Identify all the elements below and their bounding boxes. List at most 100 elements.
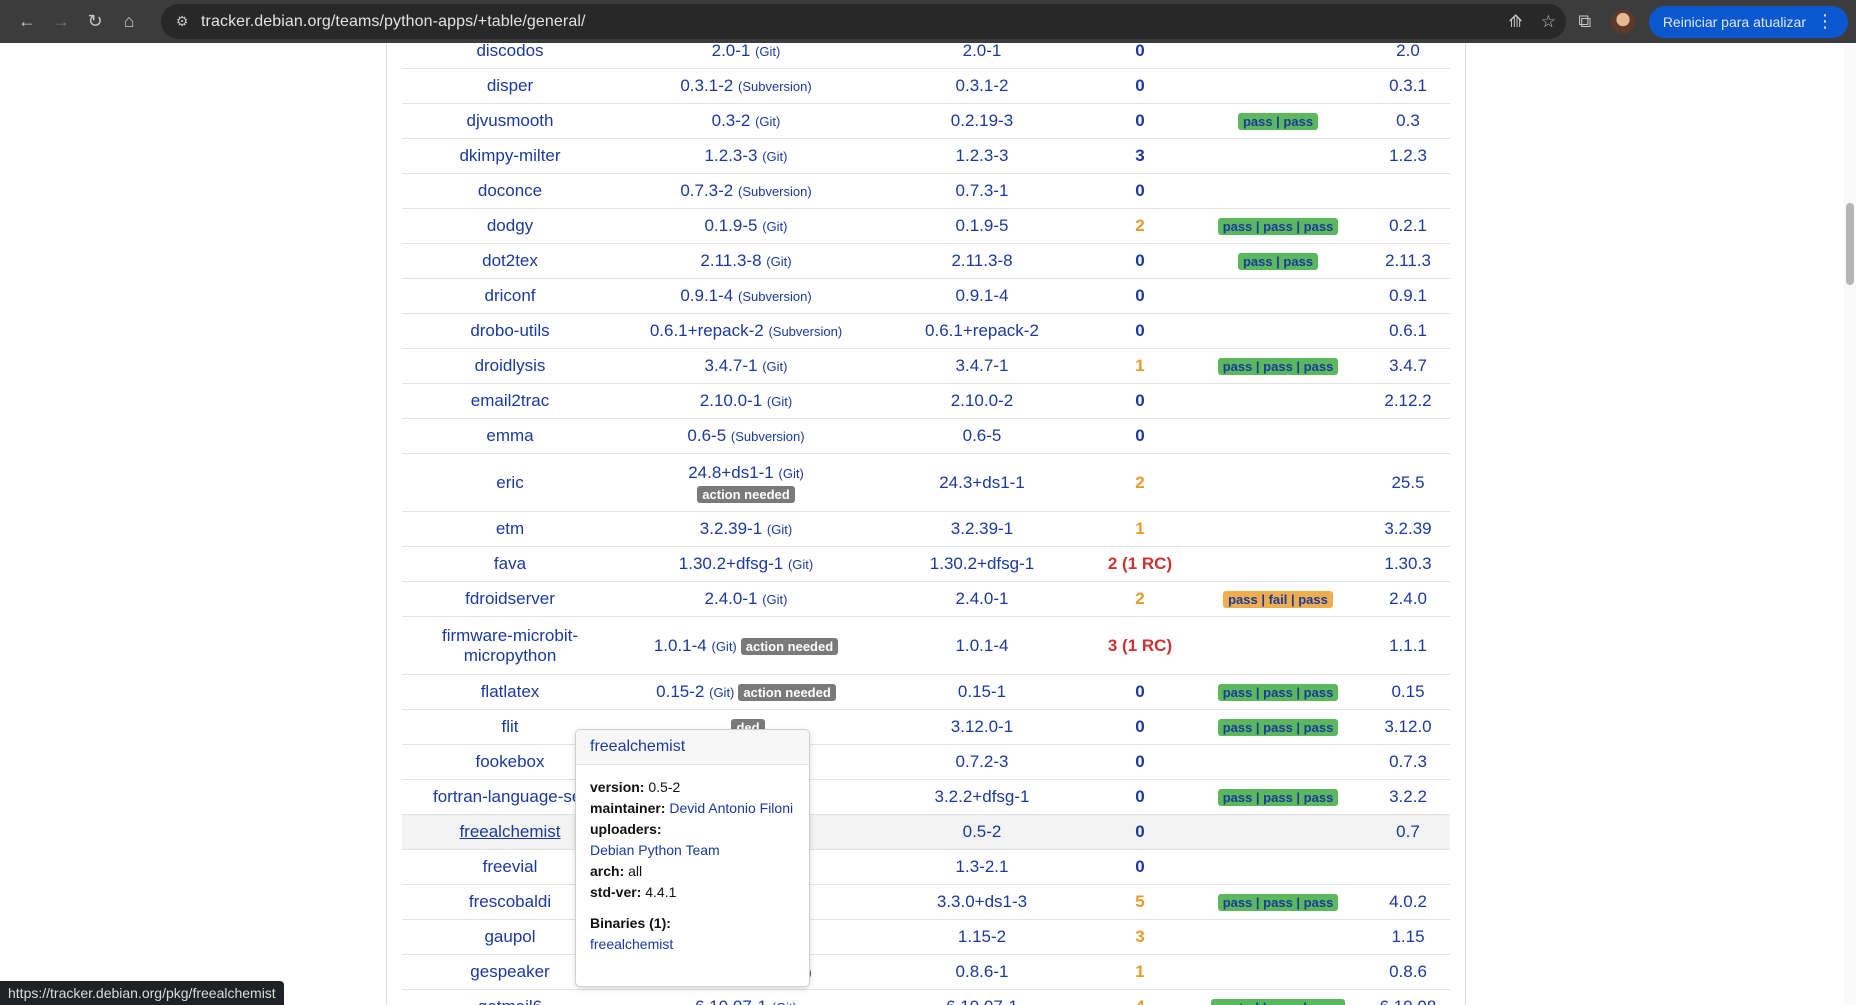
- version-link[interactable]: 1.2.3-3: [705, 146, 758, 165]
- translate-icon[interactable]: ⟰: [1509, 12, 1523, 32]
- package-link[interactable]: eric: [496, 473, 523, 492]
- ci-status-badge[interactable]: pass | pass | pass: [1217, 218, 1339, 235]
- ci-status-badge[interactable]: pass | pass: [1237, 253, 1319, 270]
- unstable-version-link[interactable]: 0.9.1-4: [956, 286, 1009, 305]
- unstable-version-link[interactable]: 2.0-1: [963, 43, 1002, 60]
- package-link[interactable]: flit: [502, 717, 519, 736]
- upstream-version-link[interactable]: 25.5: [1391, 473, 1424, 492]
- version-link[interactable]: 0.7.3-2: [680, 181, 733, 200]
- package-link[interactable]: droidlysis: [475, 356, 546, 375]
- upstream-version-link[interactable]: 3.4.7: [1389, 356, 1427, 375]
- vcs-link[interactable]: (Git): [755, 44, 780, 59]
- package-link[interactable]: email2trac: [471, 391, 549, 410]
- bugs-count[interactable]: 0: [1135, 391, 1144, 410]
- vcs-link[interactable]: (Git): [766, 254, 791, 269]
- unstable-version-link[interactable]: 1.15-2: [958, 927, 1006, 946]
- unstable-version-link[interactable]: 0.2.19-3: [951, 111, 1013, 130]
- version-link[interactable]: 2.10.0-1: [700, 391, 762, 410]
- ci-status-badge[interactable]: pass | pass | pass: [1217, 684, 1339, 701]
- version-link[interactable]: 24.8+ds1-1: [688, 463, 774, 482]
- bugs-count[interactable]: 1: [1135, 962, 1144, 981]
- vcs-link[interactable]: (Subversion): [731, 429, 805, 444]
- vcs-link[interactable]: (Git): [767, 394, 792, 409]
- forward-icon[interactable]: →: [46, 7, 76, 37]
- bugs-count[interactable]: 0: [1135, 181, 1144, 200]
- vcs-link[interactable]: (Git): [762, 359, 787, 374]
- upstream-version-link[interactable]: 2.12.2: [1384, 391, 1431, 410]
- package-link[interactable]: freevial: [483, 857, 538, 876]
- unstable-version-link[interactable]: 3.4.7-1: [956, 356, 1009, 375]
- popover-binary-link[interactable]: freealchemist: [590, 936, 673, 952]
- package-link[interactable]: fava: [494, 554, 526, 573]
- bugs-count[interactable]: 0: [1135, 286, 1144, 305]
- ci-status-badge[interactable]: pass | pass: [1237, 113, 1319, 130]
- unstable-version-link[interactable]: 3.12.0-1: [951, 717, 1013, 736]
- unstable-version-link[interactable]: 24.3+ds1-1: [939, 473, 1025, 492]
- popover-uploader-link[interactable]: Debian Python Team: [590, 842, 720, 858]
- ci-status-badge[interactable]: pass | pass | pass: [1217, 358, 1339, 375]
- ci-status-badge[interactable]: pass | pass | pass: [1217, 719, 1339, 736]
- site-info-icon[interactable]: ⚙: [173, 13, 191, 31]
- package-link[interactable]: dkimpy-milter: [459, 146, 560, 165]
- unstable-version-link[interactable]: 0.6.1+repack-2: [925, 321, 1039, 340]
- popover-title[interactable]: freealchemist: [576, 730, 809, 765]
- package-link[interactable]: djvusmooth: [467, 111, 554, 130]
- vcs-link[interactable]: (Git): [772, 1000, 797, 1005]
- package-link[interactable]: discodos: [476, 43, 543, 60]
- version-link[interactable]: 2.4.0-1: [705, 589, 758, 608]
- unstable-version-link[interactable]: 2.10.0-2: [951, 391, 1013, 410]
- unstable-version-link[interactable]: 1.0.1-4: [956, 636, 1009, 655]
- version-link[interactable]: 3.4.7-1: [705, 356, 758, 375]
- scrollbar-thumb[interactable]: [1846, 203, 1854, 285]
- popover-maintainer-link[interactable]: Devid Antonio Filoni: [669, 800, 793, 816]
- bugs-count[interactable]: 0: [1135, 682, 1144, 701]
- home-icon[interactable]: ⌂: [114, 7, 144, 37]
- unstable-version-link[interactable]: 2.11.3-8: [951, 251, 1012, 270]
- bugs-count[interactable]: 1: [1135, 519, 1144, 538]
- package-link[interactable]: emma: [486, 426, 533, 445]
- vcs-link[interactable]: (Git): [762, 592, 787, 607]
- reload-icon[interactable]: ↻: [80, 7, 110, 37]
- version-link[interactable]: 6.19.07-1: [695, 997, 767, 1005]
- ci-status-badge[interactable]: neutral | pass | pass: [1210, 999, 1346, 1005]
- update-button[interactable]: Reiniciar para atualizar ⋮: [1648, 5, 1848, 38]
- vcs-link[interactable]: (Subversion): [738, 289, 812, 304]
- version-link[interactable]: 2.0-1: [712, 43, 751, 60]
- bugs-count[interactable]: 0: [1135, 717, 1144, 736]
- package-link[interactable]: getmail6: [478, 997, 542, 1005]
- upstream-version-link[interactable]: 1.1.1: [1389, 636, 1427, 655]
- unstable-version-link[interactable]: 1.2.3-3: [956, 146, 1009, 165]
- unstable-version-link[interactable]: 3.2.2+dfsg-1: [935, 787, 1030, 806]
- package-link[interactable]: gaupol: [484, 927, 535, 946]
- upstream-version-link[interactable]: 0.3: [1396, 111, 1420, 130]
- bugs-count[interactable]: 1: [1135, 356, 1144, 375]
- unstable-version-link[interactable]: 0.8.6-1: [956, 962, 1009, 981]
- upstream-version-link[interactable]: 1.15: [1391, 927, 1424, 946]
- bugs-count[interactable]: 0: [1135, 111, 1144, 130]
- action-needed-badge[interactable]: action needed: [738, 684, 836, 701]
- unstable-version-link[interactable]: 2.4.0-1: [956, 589, 1009, 608]
- address-url[interactable]: tracker.debian.org/teams/python-apps/+ta…: [201, 13, 586, 31]
- vcs-link[interactable]: (Subversion): [738, 184, 812, 199]
- version-link[interactable]: 0.1.9-5: [705, 216, 758, 235]
- upstream-version-link[interactable]: 2.4.0: [1389, 589, 1427, 608]
- upstream-version-link[interactable]: 0.15: [1391, 682, 1424, 701]
- upstream-version-link[interactable]: 3.2.39: [1384, 519, 1431, 538]
- upstream-version-link[interactable]: 3.2.2: [1389, 787, 1427, 806]
- unstable-version-link[interactable]: 0.5-2: [963, 822, 1002, 841]
- bookmark-star-icon[interactable]: ☆: [1541, 12, 1556, 32]
- upstream-version-link[interactable]: 6.19.08: [1380, 997, 1437, 1005]
- bugs-count[interactable]: 0: [1135, 426, 1144, 445]
- unstable-version-link[interactable]: 1.30.2+dfsg-1: [930, 554, 1034, 573]
- version-link[interactable]: 0.6.1+repack-2: [650, 321, 764, 340]
- upstream-version-link[interactable]: 1.2.3: [1389, 146, 1427, 165]
- bugs-count[interactable]: 3 (1 RC): [1108, 636, 1172, 655]
- upstream-version-link[interactable]: 2.0: [1396, 43, 1420, 60]
- upstream-version-link[interactable]: 0.8.6: [1389, 962, 1427, 981]
- unstable-version-link[interactable]: 0.7.3-1: [956, 181, 1009, 200]
- unstable-version-link[interactable]: 0.15-1: [958, 682, 1006, 701]
- package-link[interactable]: driconf: [484, 286, 535, 305]
- vcs-link[interactable]: (Git): [755, 114, 780, 129]
- upstream-version-link[interactable]: 0.3.1: [1389, 76, 1427, 95]
- action-needed-badge[interactable]: action needed: [740, 637, 839, 655]
